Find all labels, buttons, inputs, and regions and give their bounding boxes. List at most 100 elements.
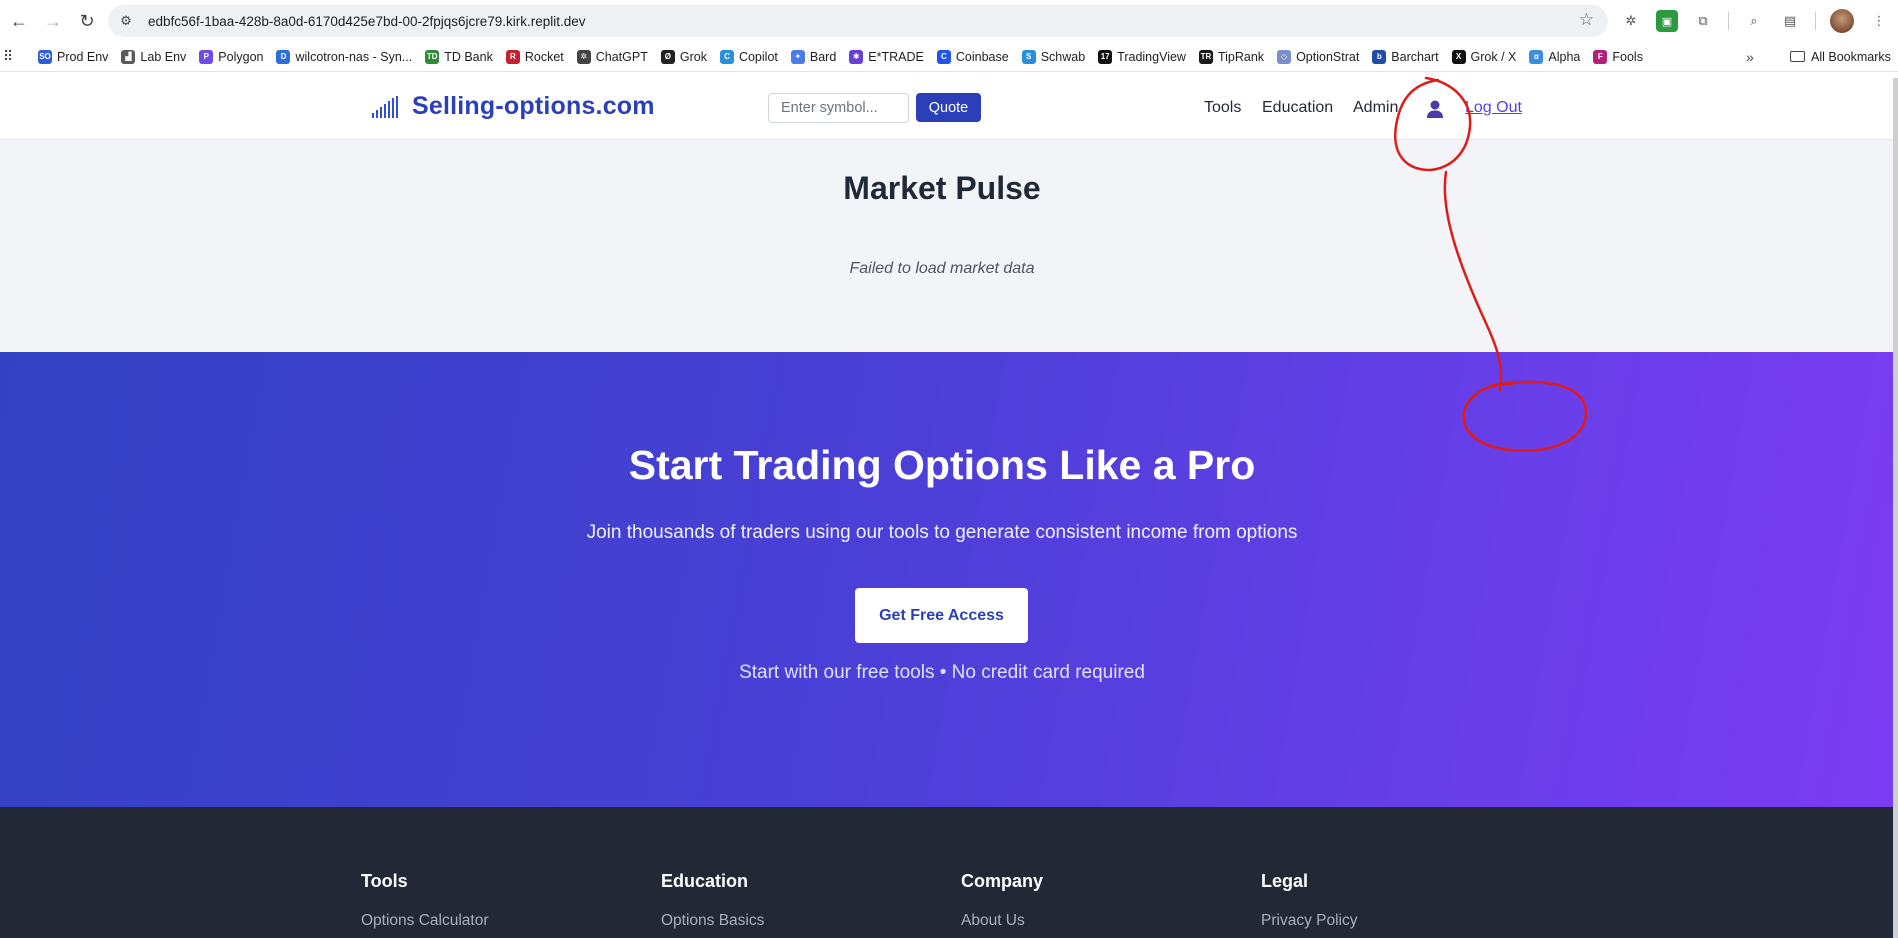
bookmark-label: Fools xyxy=(1612,49,1643,64)
chatgpt-favicon: ✲ xyxy=(576,49,591,64)
browser-toolbar: ← → ↻ ⚙ edbfc56f-1baa-428b-8a0d-6170d425… xyxy=(0,0,1898,42)
bookmark-label: Polygon xyxy=(218,49,264,64)
so-favicon: SO xyxy=(38,49,52,64)
forward-icon[interactable]: → xyxy=(38,6,68,36)
reload-icon[interactable]: ↻ xyxy=(72,6,102,36)
toolbar-divider xyxy=(1815,12,1816,30)
bookmark-item[interactable]: SO Prod Env xyxy=(38,49,109,64)
footer-link[interactable]: Options Basics xyxy=(661,912,764,930)
footer-column-education: Education Options Basics xyxy=(661,871,764,930)
polygon-favicon: P xyxy=(199,49,214,64)
symbol-search-input[interactable] xyxy=(768,93,909,123)
fools-favicon: F xyxy=(1593,49,1608,64)
tdbank-favicon: TD xyxy=(425,49,440,64)
apps-grid-icon[interactable]: ⠿ xyxy=(3,48,25,65)
bookmark-item[interactable]: α Alpha xyxy=(1529,49,1581,64)
bookmark-label: OptionStrat xyxy=(1296,49,1360,64)
logo-bars-icon xyxy=(372,95,398,118)
bookmark-label: TipRank xyxy=(1217,49,1265,64)
bookmark-item[interactable]: X Grok / X xyxy=(1451,49,1517,64)
more-bookmarks-icon[interactable]: » xyxy=(1746,49,1754,65)
quote-button[interactable]: Quote xyxy=(916,93,981,122)
nav-admin[interactable]: Admin xyxy=(1353,99,1398,117)
bookmark-item[interactable]: Ø Grok xyxy=(660,49,707,64)
bookmark-item[interactable]: ✲ ChatGPT xyxy=(576,49,648,64)
page-scrollbar[interactable] xyxy=(1893,78,1898,938)
back-icon[interactable]: ← xyxy=(4,6,34,36)
bookmark-item[interactable]: ✦ Bard xyxy=(790,49,836,64)
bookmark-item[interactable]: C Copilot xyxy=(719,49,778,64)
market-pulse-section: Market Pulse Failed to load market data xyxy=(0,140,1898,352)
footer-link[interactable]: About Us xyxy=(961,912,1043,930)
bookmark-label: TradingView xyxy=(1117,49,1186,64)
green-extension-icon[interactable]: ▣ xyxy=(1656,10,1678,32)
site-logo[interactable]: Selling-options.com xyxy=(372,92,655,121)
bookmark-item[interactable]: TR TipRank xyxy=(1198,49,1265,64)
site-info-icon[interactable]: ⚙ xyxy=(112,7,140,35)
hero-cta-section: Start Trading Options Like a Pro Join th… xyxy=(0,352,1898,807)
bookmark-item[interactable]: C Coinbase xyxy=(936,49,1009,64)
bookmark-label: Barchart xyxy=(1391,49,1439,64)
alpha-favicon: α xyxy=(1529,49,1544,64)
footer-column-company: Company About Us xyxy=(961,871,1043,930)
etrade-favicon: ✱ xyxy=(849,49,864,64)
bookmark-item[interactable]: b Barchart xyxy=(1372,49,1439,64)
bookmarks-bar: ⠿ SO Prod Env ▟ Lab Env P Polygon Dwilcotron-n… xyxy=(0,42,1898,72)
bookmark-label: Grok / X xyxy=(1470,49,1517,64)
bard-favicon: ✦ xyxy=(790,49,805,64)
x-favicon: X xyxy=(1451,49,1466,64)
bookmark-label: Rocket xyxy=(524,49,564,64)
footer-link[interactable]: Privacy Policy xyxy=(1261,912,1357,930)
all-bookmarks-button[interactable]: All Bookmarks xyxy=(1790,50,1891,64)
grok-favicon: Ø xyxy=(660,49,675,64)
schwab-favicon: S xyxy=(1021,49,1036,64)
bookmark-label: Prod Env xyxy=(57,49,109,64)
footer-heading: Tools xyxy=(361,871,408,891)
bookmark-star-icon[interactable]: ☆ xyxy=(1579,10,1594,30)
toolbar-divider xyxy=(1728,12,1729,30)
bookmark-item[interactable]: 17 TradingView xyxy=(1098,49,1186,64)
bookmark-item[interactable]: Dwilcotron-nas - Syn... xyxy=(276,49,412,64)
bookmark-label: TD Bank xyxy=(444,49,493,64)
hero-subtitle: Join thousands of traders using our tool… xyxy=(586,522,1298,543)
puzzle-extensions-icon[interactable]: ⧉ xyxy=(1692,10,1714,32)
coinbase-favicon: C xyxy=(936,49,951,64)
tab-search-icon[interactable]: ⌕ xyxy=(1743,10,1765,32)
bookmark-label: Coinbase xyxy=(955,49,1009,64)
address-bar[interactable]: ⚙ edbfc56f-1baa-428b-8a0d-6170d425e7bd-0… xyxy=(108,5,1608,37)
footer-heading: Company xyxy=(961,871,1044,891)
chart-favicon: ▟ xyxy=(121,49,136,64)
rocket-favicon: R xyxy=(505,49,520,64)
openai-extension-icon[interactable]: ✲ xyxy=(1620,10,1642,32)
bookmark-label: Lab Env xyxy=(140,49,187,64)
bookmark-item[interactable]: R Rocket xyxy=(505,49,564,64)
bookmark-item[interactable]: S Schwab xyxy=(1021,49,1085,64)
bookmark-item[interactable]: P Polygon xyxy=(199,49,264,64)
profile-avatar[interactable] xyxy=(1830,9,1854,33)
hero-title: Start Trading Options Like a Pro xyxy=(628,442,1256,488)
bookmark-item[interactable]: TD TD Bank xyxy=(425,49,493,64)
extensions-area: ✲ ▣ ⧉ ⌕ ▤ ⋮ xyxy=(1620,8,1890,34)
all-bookmarks-label: All Bookmarks xyxy=(1811,49,1891,64)
tradingview-favicon: 17 xyxy=(1098,49,1113,64)
nav-education[interactable]: Education xyxy=(1262,99,1333,117)
hero-note: Start with our free tools • No credit ca… xyxy=(739,662,1145,683)
bookmark-item[interactable]: F Fools xyxy=(1593,49,1643,64)
url-text[interactable]: edbfc56f-1baa-428b-8a0d-6170d425e7bd-00-… xyxy=(148,14,586,29)
bookmark-item[interactable]: ▟ Lab Env xyxy=(121,49,187,64)
footer-link[interactable]: Options Calculator xyxy=(361,912,489,930)
get-free-access-button[interactable]: Get Free Access xyxy=(855,588,1028,643)
menu-kebab-icon[interactable]: ⋮ xyxy=(1868,10,1890,32)
folder-icon xyxy=(1790,51,1805,62)
barchart-favicon: b xyxy=(1372,49,1387,64)
nav-tools[interactable]: Tools xyxy=(1204,99,1241,117)
user-profile-icon[interactable] xyxy=(1424,98,1446,120)
bookmark-item[interactable]: ◇ OptionStrat xyxy=(1277,49,1360,64)
logout-link[interactable]: Log Out xyxy=(1465,99,1522,117)
footer-heading: Education xyxy=(661,871,749,891)
brand-name[interactable]: Selling-options.com xyxy=(412,92,655,121)
reading-list-icon[interactable]: ▤ xyxy=(1779,10,1801,32)
bookmark-item[interactable]: ✱ E*TRADE xyxy=(849,49,924,64)
bookmark-label: Alpha xyxy=(1548,49,1581,64)
footer-column-legal: Legal Privacy Policy xyxy=(1261,871,1357,930)
